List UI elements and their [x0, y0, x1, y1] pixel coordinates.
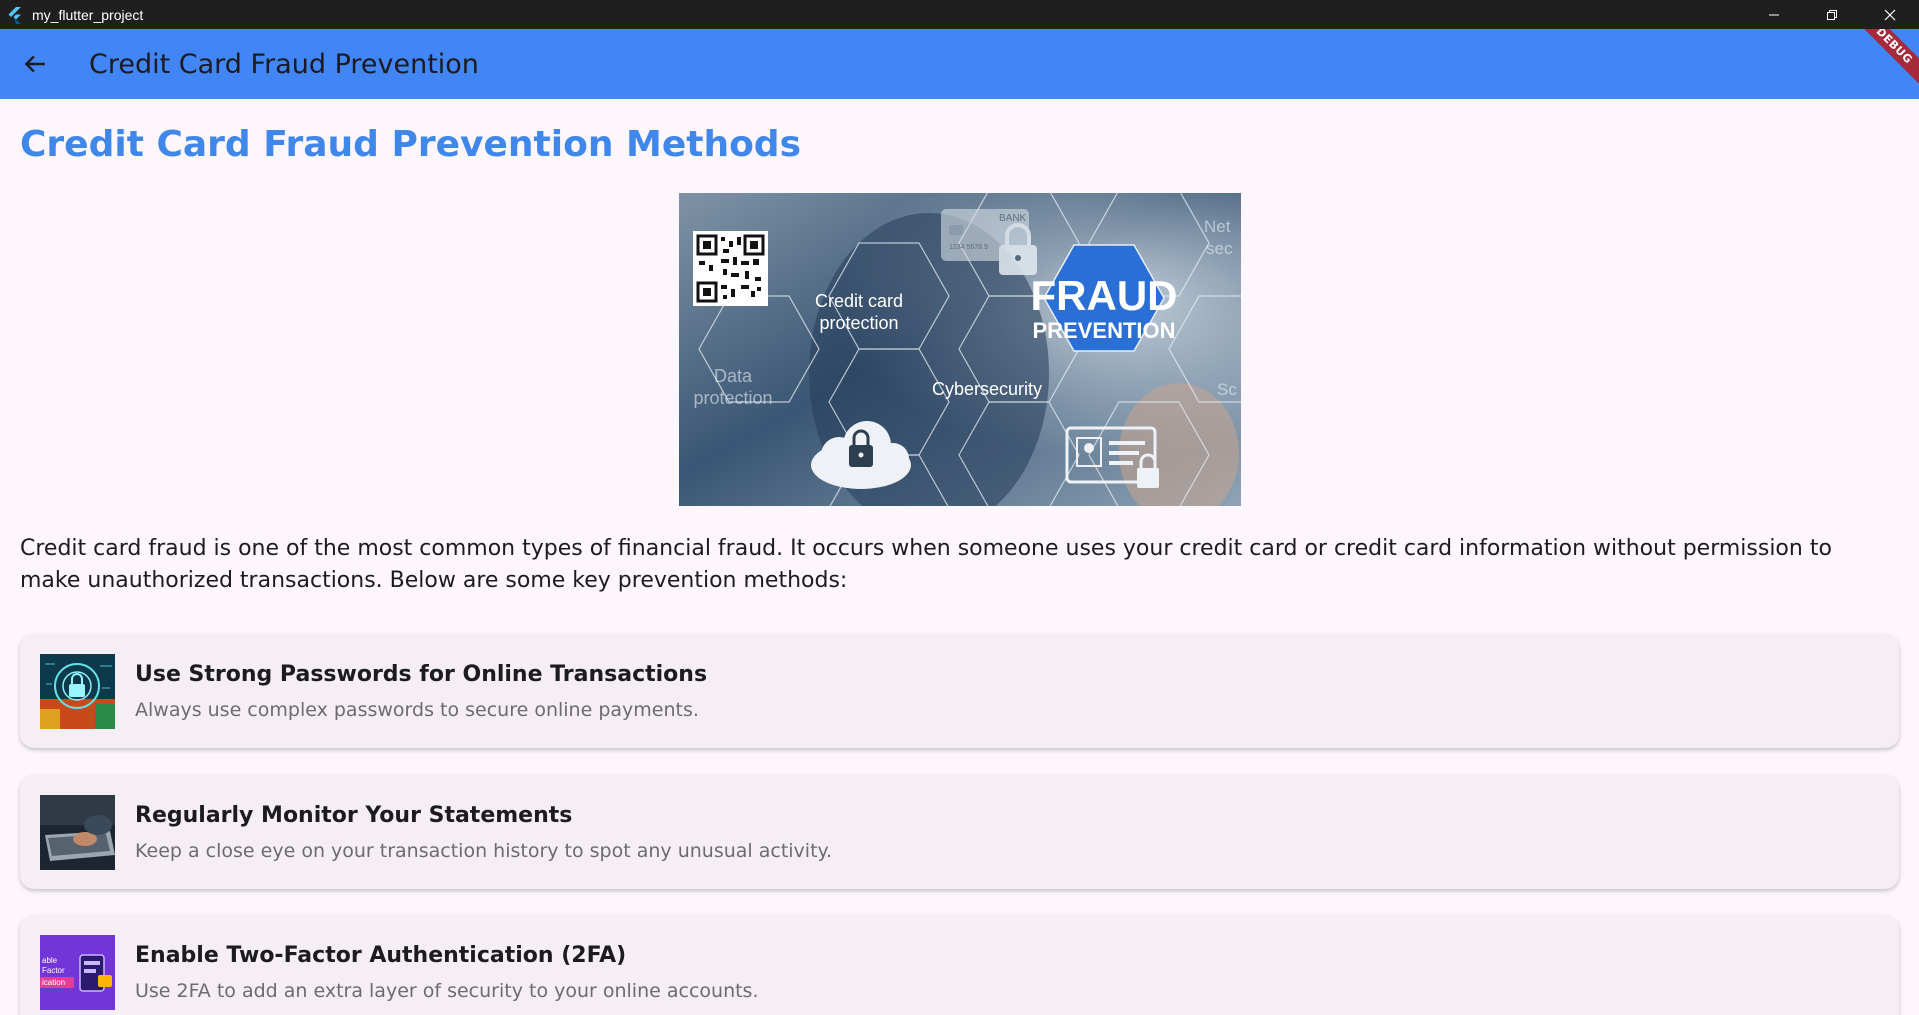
svg-text:able: able [42, 956, 58, 965]
restore-icon [1827, 9, 1837, 20]
qr-code-icon [693, 231, 768, 306]
arrow-back-icon [24, 55, 45, 73]
restore-button[interactable] [1803, 0, 1861, 29]
laptop-typing-image [40, 794, 115, 870]
method-subtitle: Always use complex passwords to secure o… [135, 698, 699, 721]
close-icon [1884, 9, 1896, 20]
intro-paragraph: Credit card fraud is one of the most com… [20, 536, 1832, 593]
fraud-prevention-hero-image: FRAUD PREVENTION Credit card protection … [679, 193, 1241, 506]
network-text-line2: sec [1206, 239, 1233, 258]
minimize-button[interactable] [1745, 0, 1803, 29]
window-title: my_flutter_project [32, 6, 144, 23]
padlock-circuit-image [40, 653, 115, 729]
app-bar: Credit Card Fraud Prevention DEBUG [0, 29, 1919, 99]
method-subtitle: Use 2FA to add an extra layer of securit… [135, 979, 759, 1002]
app-bar-title: Credit Card Fraud Prevention [89, 48, 479, 80]
method-subtitle: Keep a close eye on your transaction his… [135, 839, 833, 862]
method-card-strong-passwords[interactable]: Use Strong Passwords for Online Transact… [20, 634, 1899, 748]
svg-text:BANK: BANK [999, 213, 1027, 224]
method-card-monitor-statements[interactable]: Regularly Monitor Your Statements Keep a… [20, 775, 1899, 889]
debug-banner: DEBUG [1848, 29, 1919, 92]
method-title: Use Strong Passwords for Online Transact… [135, 661, 708, 687]
window-controls [1745, 0, 1919, 29]
data-protection-line2: protection [693, 388, 772, 408]
method-card-two-factor[interactable]: able Factor ication Enable Two-Factor Au… [20, 915, 1899, 1015]
two-factor-image: able Factor ication [40, 934, 115, 1010]
svg-text:1234 5678 9: 1234 5678 9 [949, 244, 988, 251]
back-button[interactable] [11, 40, 59, 88]
svg-text:Factor: Factor [42, 966, 65, 975]
hero-illustration: FRAUD PREVENTION Credit card protection … [679, 193, 1241, 506]
cybersecurity-text: Cybersecurity [932, 379, 1042, 399]
flutter-icon [8, 6, 21, 24]
fraud-text: FRAUD [1031, 272, 1178, 319]
svg-text:ication: ication [42, 978, 65, 987]
page-heading: Credit Card Fraud Prevention Methods [20, 124, 801, 165]
network-text-line1: Net [1204, 217, 1231, 236]
method-title: Regularly Monitor Your Statements [135, 802, 573, 828]
credit-card-protection-line1: Credit card [815, 291, 903, 311]
data-protection-line1: Data [714, 366, 753, 386]
credit-card-protection-line2: protection [819, 313, 898, 333]
prevention-text: PREVENTION [1032, 318, 1175, 343]
method-title: Enable Two-Factor Authentication (2FA) [135, 942, 627, 968]
window-titlebar: my_flutter_project [0, 0, 1919, 29]
partial-text: Sc [1217, 380, 1237, 399]
close-button[interactable] [1861, 0, 1919, 29]
minimize-icon [1769, 14, 1779, 15]
